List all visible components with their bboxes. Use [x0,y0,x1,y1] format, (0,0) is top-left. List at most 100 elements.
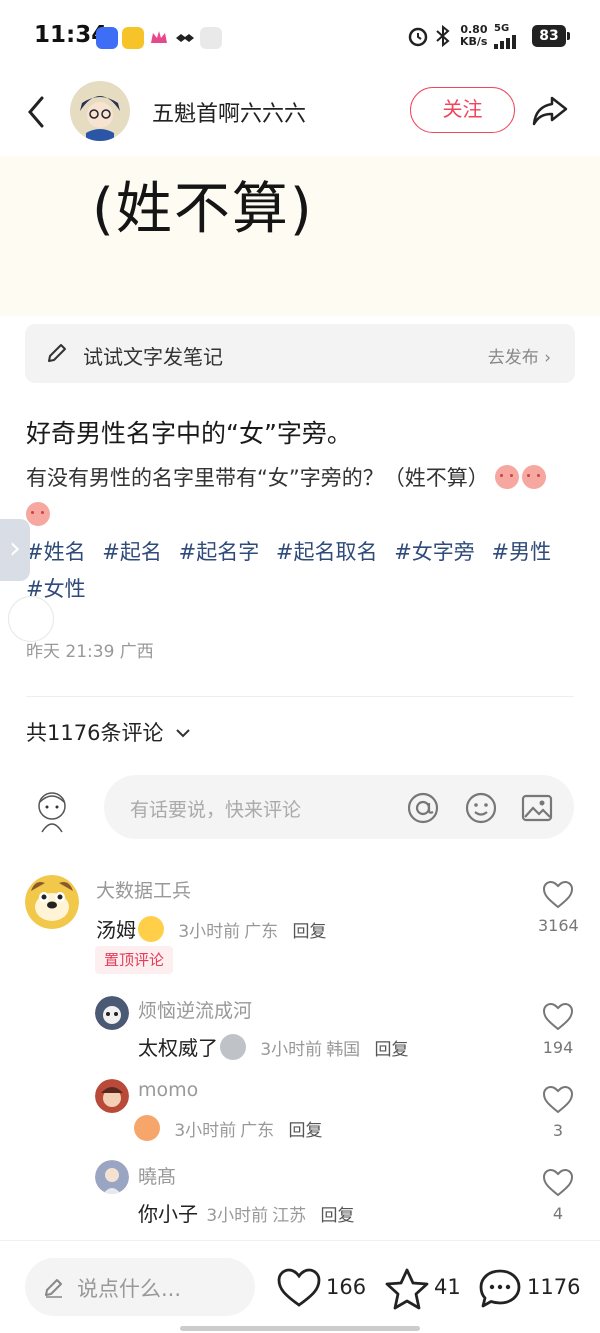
follow-button[interactable]: 关注 [410,87,515,133]
reply-button[interactable]: 回复 [375,1040,409,1060]
try-note-label: 试试文字发笔记 [83,345,223,369]
commenter-avatar[interactable] [95,996,129,1030]
tag-link[interactable]: #起名取名 [276,540,378,564]
bluetooth-icon [436,24,450,48]
smirk-emoji-icon [138,916,164,942]
like-count: 3 [552,1121,564,1140]
post-header: 五魁首啊六六六 关注 [0,76,600,156]
image-icon[interactable] [520,791,554,825]
reply-button[interactable]: 回复 [293,922,327,942]
peach-emoji-icon [522,465,547,489]
reply-button[interactable]: 回复 [289,1121,323,1141]
crown-app-icon [148,27,170,49]
post-body: 有没有男性的名字里带有“女”字旁的？（姓不算） [26,460,574,534]
my-avatar [38,792,66,833]
tag-link[interactable]: #女字旁 [394,540,475,564]
heart-icon [542,1085,574,1114]
mention-icon[interactable] [406,791,440,825]
like-post-button[interactable]: 166 [276,1267,371,1311]
tag-list: #姓名 #起名 #起名字 #起名取名 #女字旁 #男性 #女性 [26,534,574,608]
comment-text: 你小子 3小时前 江苏 回复 [138,1202,355,1226]
commenter-name[interactable]: momo [138,1079,198,1101]
post-image[interactable]: (姓不算) [0,156,600,316]
tag-link[interactable]: #男性 [491,540,551,564]
app-icon-grey [200,27,222,49]
peach-emoji-icon [495,465,520,489]
post-body-text: 有没有男性的名字里带有“女”字旁的？（姓不算） [26,466,489,490]
tag-link[interactable]: #起名字 [179,540,260,564]
emoji-icon[interactable] [464,791,498,825]
comment-location: 广东 [240,1121,275,1141]
go-publish-link[interactable]: 去发布 › [488,343,551,368]
tag-link[interactable]: #姓名 [26,540,86,564]
divider [26,696,574,697]
favorite-post-button[interactable]: 41 [384,1267,464,1311]
tag-link[interactable]: #起名 [102,540,162,564]
post-like-count: 166 [326,1275,367,1299]
reply-button[interactable]: 回复 [321,1206,355,1226]
pencil-icon [45,1279,62,1298]
comment-location: 江苏 [272,1206,307,1226]
bottom-action-bar: 说点什么... 166 41 1176 [0,1240,600,1333]
comment-bubble-icon [479,1269,521,1308]
comment-time: 3小时前 [178,922,241,942]
home-indicator[interactable] [180,1326,420,1331]
commenter-name[interactable]: 大数据工兵 [96,876,191,903]
post-meta: 昨天 21:39 广西 [26,642,154,662]
star-icon [385,1268,429,1310]
comment-like-button[interactable]: 4 [538,1168,578,1223]
battery-indicator: 83 [532,25,570,47]
heart-icon [542,1168,574,1197]
signal-icon: 5G [494,24,524,53]
image-text: (姓不算) [92,177,314,242]
cat-emoji-icon [220,1034,246,1060]
like-count: 194 [542,1038,574,1057]
try-text-note-bar[interactable]: 试试文字发笔记 去发布 › [25,324,575,383]
comment-like-button[interactable]: 194 [538,1002,578,1057]
like-count: 3164 [538,916,579,935]
say-something-input[interactable]: 说点什么... [25,1258,255,1316]
commenter-avatar[interactable] [95,1160,129,1194]
comment-location: 韩国 [326,1040,361,1060]
commenter-name[interactable]: 烦恼逆流成河 [138,996,252,1023]
commenter-avatar[interactable] [95,1079,129,1113]
vivo-app-icon [96,27,118,49]
status-bar: 11:34 0.80 KB/s 5G 83 [0,0,600,76]
app-icon-yellow [122,27,144,49]
comment-text: 3小时前 广东 回复 [134,1115,323,1141]
comment-post-button[interactable]: 1176 [477,1267,587,1311]
crying-emoji-icon [134,1115,160,1141]
comment-time: 3小时前 [174,1121,237,1141]
heart-icon [542,880,574,909]
comment-count-dropdown[interactable]: 共1176条评论 [26,717,192,747]
comment-input[interactable]: 有话要说，快来评论 [104,775,574,839]
author-name[interactable]: 五魁首啊六六六 [152,96,306,128]
alarm-icon [408,27,428,47]
commenter-name[interactable]: 曉髙 [138,1162,176,1189]
share-icon[interactable] [530,90,570,130]
comment-like-button[interactable]: 3164 [538,880,579,935]
author-avatar[interactable] [70,81,130,141]
handshake-icon [174,27,196,49]
comment-input-placeholder: 有话要说，快来评论 [130,799,302,821]
back-arrow-icon[interactable] [22,94,52,130]
pinned-badge: 置顶评论 [95,946,174,974]
heart-icon [277,1268,321,1307]
comment-time: 3小时前 [206,1206,269,1226]
comment-location: 广东 [244,922,279,942]
chevron-down-icon [176,729,190,738]
like-count: 4 [552,1204,564,1223]
floating-assist-button[interactable] [8,596,54,642]
comment-text: 太权威了 3小时前 韩国 回复 [138,1034,409,1060]
comment-text: 汤姆 3小时前 广东 回复 [96,916,327,942]
heart-icon [542,1002,574,1031]
post-title: 好奇男性名字中的“女”字旁。 [26,419,352,448]
post-favorite-count: 41 [434,1275,461,1299]
side-drawer-handle[interactable]: › [0,519,30,581]
network-speed: 0.80 KB/s [460,23,488,48]
peach-emoji-icon [26,502,50,526]
post-comment-count: 1176 [527,1275,581,1299]
commenter-avatar[interactable] [25,875,79,929]
comment-like-button[interactable]: 3 [538,1085,578,1140]
comment-time: 3小时前 [260,1040,323,1060]
